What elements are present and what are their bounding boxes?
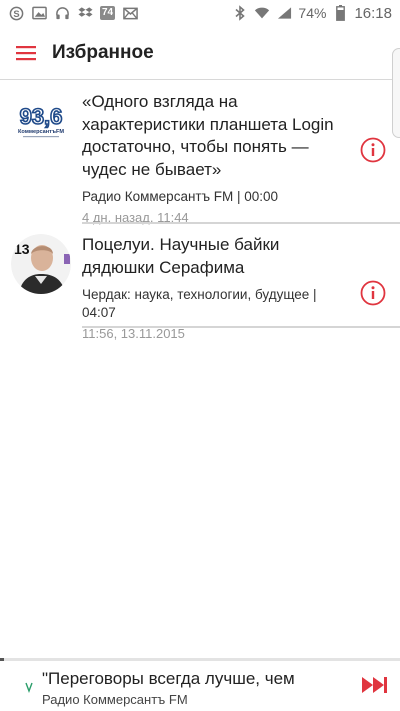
player-title: "Переговоры всегда лучше, чем [42,669,295,688]
item-text: «Одного взгляда на характеристики планше… [82,91,350,227]
wifi-icon [254,5,270,21]
page-title: Избранное [52,41,154,63]
status-bar: S 74 74% 16:18 [0,0,400,26]
picture-icon [31,5,47,21]
player-progress-fill [0,658,4,661]
hamburger-icon [16,45,36,60]
list-item[interactable]: 13 Поцелуи. Научные байки дядюшки Серафи… [0,224,400,341]
notification-badge: 74 [100,6,116,20]
info-button[interactable] [360,137,386,163]
podcast-avatar: 13 [11,234,71,294]
divider [82,326,400,328]
item-station: Чердак: наука, технологии, будущее | 04:… [82,287,317,320]
player-progress-bar[interactable] [0,658,400,661]
info-button[interactable] [360,280,386,306]
mini-player[interactable]: "Переговоры всегда лучше, чем Радио Комм… [0,658,400,711]
headphones-icon [54,5,70,21]
item-station: Радио Коммерсантъ FM | 00:00 [82,189,279,204]
skype-icon: S [8,5,24,21]
menu-button[interactable] [0,26,52,80]
item-title: «Одного взгляда на характеристики планше… [82,92,334,179]
skip-next-button[interactable] [360,674,390,696]
favorites-list: 93,6 КоммерсантъFM «Одного взгляда на ха… [0,81,400,341]
battery-percent: 74% [298,5,327,21]
playing-indicator-icon [25,682,33,693]
signal-icon [276,5,292,21]
mail-icon [122,5,138,21]
dropbox-icon [77,5,93,21]
station-logo: 93,6 КоммерсантъFM [11,91,71,151]
bluetooth-icon [232,5,248,21]
info-icon [360,280,386,306]
info-icon [360,137,386,163]
item-title: Поцелуи. Научные байки дядюшки Серафима [82,235,280,277]
svg-text:S: S [13,8,19,18]
battery-icon [332,5,348,21]
list-item[interactable]: 93,6 КоммерсантъFM «Одного взгляда на ха… [0,81,400,227]
logo-digits: 93,6 [20,104,63,129]
avatar-number: 13 [14,241,30,257]
clock: 16:18 [354,4,392,22]
player-station: Радио Коммерсантъ FM [42,692,188,707]
skip-next-icon [362,677,387,693]
logo-brand: КоммерсантъFM [18,129,64,135]
app-bar: Избранное [0,26,400,80]
